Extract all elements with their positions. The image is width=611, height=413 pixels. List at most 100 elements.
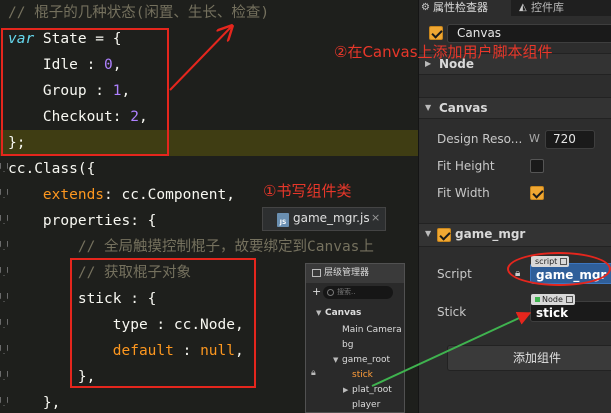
code-token: 1 bbox=[112, 83, 122, 99]
node-type-icon bbox=[535, 297, 540, 302]
js-file-icon: JS bbox=[277, 213, 289, 227]
hierarchy-item-label: stick bbox=[352, 370, 373, 380]
code-line[interactable]: cc.Class({ bbox=[0, 156, 418, 182]
code-line[interactable]: Checkout: 2, bbox=[0, 104, 418, 130]
code-token: cc.Class({ bbox=[8, 161, 96, 177]
fold-marker-icon[interactable] bbox=[0, 163, 8, 175]
chevron-down-icon[interactable]: ▼ bbox=[316, 309, 325, 317]
code-line[interactable]: // 全局触摸控制棍子，故要绑定到Canvas上 bbox=[0, 234, 418, 260]
code-text: }, bbox=[8, 390, 60, 413]
close-icon[interactable]: × bbox=[371, 211, 380, 224]
fit-width-checkbox[interactable] bbox=[530, 186, 544, 200]
section-title: game_mgr bbox=[455, 227, 526, 241]
code-token: , bbox=[112, 57, 122, 73]
code-token: // 全局触摸控制棍子，故要绑定到Canvas上 bbox=[8, 239, 374, 255]
chevron-down-icon[interactable]: ▼ bbox=[333, 356, 342, 364]
canvas-section-header[interactable]: ▼ Canvas bbox=[419, 97, 611, 119]
code-token: 0 bbox=[104, 57, 113, 73]
code-token: }, bbox=[8, 395, 61, 411]
code-token: var bbox=[8, 31, 35, 47]
script-label: Script bbox=[437, 267, 472, 281]
code-line[interactable]: Group : 1, bbox=[0, 78, 418, 104]
width-axis-label: W bbox=[529, 132, 540, 145]
fold-marker-icon[interactable] bbox=[0, 397, 8, 409]
hierarchy-search-input[interactable]: 搜索.. bbox=[323, 286, 393, 299]
script-value: game_mgr bbox=[536, 268, 607, 282]
code-token: : cc.Component, bbox=[104, 187, 235, 203]
code-line[interactable]: // 棍子的几种状态(闲置、生长、检查) bbox=[0, 0, 418, 26]
code-line[interactable]: }; bbox=[0, 130, 418, 156]
code-line[interactable]: extends: cc.Component, bbox=[0, 182, 418, 208]
hierarchy-item-label: bg bbox=[342, 340, 354, 350]
design-width-input[interactable]: 720 bbox=[545, 130, 595, 149]
hierarchy-icon bbox=[312, 269, 321, 277]
add-node-button[interactable]: + bbox=[312, 285, 321, 298]
open-node-icon[interactable] bbox=[565, 296, 573, 303]
fold-marker-icon[interactable] bbox=[0, 319, 8, 331]
class-annotation: ①书写组件类 bbox=[263, 182, 352, 200]
hierarchy-item-canvas[interactable]: ▼ Canvas bbox=[316, 308, 361, 318]
hierarchy-item-plat-root[interactable]: ▶ plat_root bbox=[343, 385, 392, 395]
chevron-right-icon[interactable]: ▶ bbox=[343, 386, 352, 394]
component-enabled-checkbox[interactable] bbox=[437, 228, 451, 242]
badge-label: script bbox=[535, 257, 558, 266]
code-text: }; bbox=[8, 130, 25, 156]
fold-marker-icon[interactable] bbox=[0, 293, 8, 305]
code-text: default : null, bbox=[8, 338, 244, 364]
code-text: type : cc.Node, bbox=[8, 312, 244, 338]
hierarchy-panel[interactable]: 层级管理器 + 搜索.. ▼ Canvas Main Camera bg ▼ gam… bbox=[305, 263, 405, 413]
code-token: stick : { bbox=[8, 291, 157, 307]
fit-height-label: Fit Height bbox=[437, 159, 495, 173]
game-mgr-section-header[interactable]: ▼ game_mgr bbox=[419, 223, 611, 247]
script-field[interactable]: script game_mgr bbox=[530, 256, 611, 284]
code-token: State = { bbox=[34, 31, 122, 47]
code-text: // 棍子的几种状态(闲置、生长、检查) bbox=[8, 0, 269, 26]
hierarchy-item-main-camera[interactable]: Main Camera bbox=[342, 325, 402, 335]
code-token: Idle : bbox=[8, 57, 105, 73]
node-active-checkbox[interactable] bbox=[429, 26, 443, 40]
hierarchy-title-label: 层级管理器 bbox=[324, 268, 370, 278]
section-title: Canvas bbox=[439, 101, 488, 115]
stick-value: stick bbox=[536, 306, 569, 320]
hierarchy-item-label: player bbox=[352, 400, 381, 410]
stick-label: Stick bbox=[437, 305, 467, 319]
code-token: : bbox=[173, 343, 201, 359]
code-text: cc.Class({ bbox=[8, 156, 95, 182]
code-text: properties: { bbox=[8, 208, 157, 234]
code-token: default bbox=[112, 343, 174, 359]
fit-height-checkbox[interactable] bbox=[530, 159, 544, 173]
hierarchy-item-bg[interactable]: bg bbox=[342, 340, 353, 350]
add-component-button[interactable]: 添加组件 bbox=[447, 345, 611, 371]
code-token: null bbox=[200, 343, 235, 359]
canvas-annotation: ②在Canvas上添加用户脚本组件 bbox=[334, 43, 553, 61]
fold-marker-icon[interactable] bbox=[0, 267, 8, 279]
fold-marker-icon[interactable] bbox=[0, 215, 8, 227]
tab-inspector[interactable]: ⚙ 属性检查器 bbox=[419, 0, 511, 16]
hierarchy-item-stick[interactable]: stick bbox=[352, 370, 373, 380]
fold-marker-icon[interactable] bbox=[0, 345, 8, 357]
tab-label: 控件库 bbox=[531, 1, 564, 14]
gear-icon: ⚙ bbox=[421, 2, 430, 13]
chevron-down-icon: ▼ bbox=[425, 229, 432, 238]
lock-icon[interactable]: 🔒︎ bbox=[311, 368, 316, 378]
code-token: }, bbox=[8, 369, 96, 385]
hierarchy-item-label: Canvas bbox=[325, 308, 362, 318]
editor-file-tab[interactable]: JS game_mgr.js × bbox=[262, 207, 386, 231]
tab-widget-library[interactable]: ◭ 控件库 bbox=[517, 0, 607, 16]
code-token: // 获取棍子对象 bbox=[8, 265, 192, 281]
code-text: }, bbox=[8, 364, 95, 390]
stick-node-field[interactable]: Node stick bbox=[530, 294, 611, 322]
fold-marker-icon[interactable] bbox=[0, 371, 8, 383]
open-script-icon[interactable] bbox=[560, 258, 568, 265]
hierarchy-item-game-root[interactable]: ▼ game_root bbox=[333, 355, 390, 365]
fold-marker-icon[interactable] bbox=[0, 189, 8, 201]
fold-marker-icon[interactable] bbox=[0, 241, 8, 253]
hierarchy-item-player[interactable]: player bbox=[352, 400, 380, 410]
lock-icon: 🔒︎ bbox=[515, 268, 521, 279]
code-text: stick : { bbox=[8, 286, 157, 312]
design-resolution-label: Design Reso... bbox=[437, 132, 523, 146]
code-token: properties: { bbox=[8, 213, 157, 229]
code-token: type : cc.Node, bbox=[8, 317, 244, 333]
file-tab-name: game_mgr.js bbox=[293, 211, 370, 225]
